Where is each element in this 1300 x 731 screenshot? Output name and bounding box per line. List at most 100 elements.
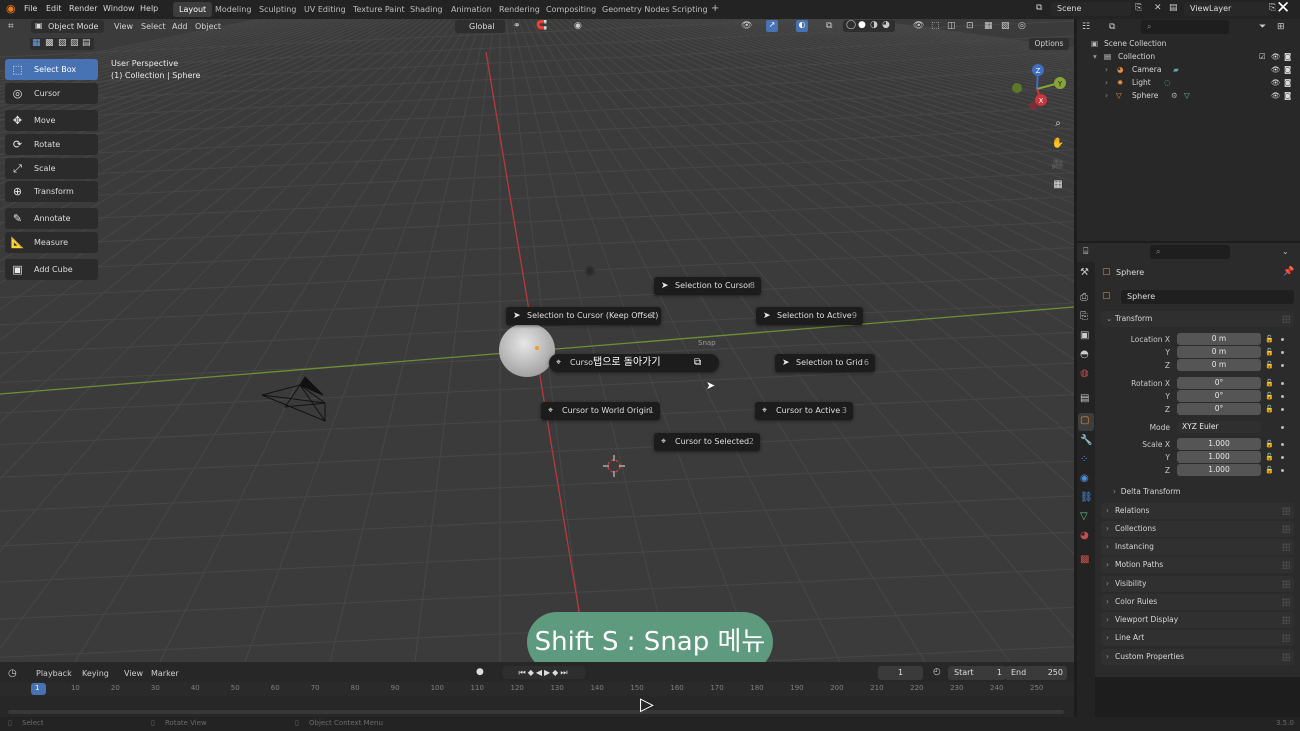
- collapse-arrow-icon[interactable]: ›: [1105, 89, 1108, 102]
- video-play-icon[interactable]: ▷: [640, 694, 654, 715]
- menu-keying[interactable]: Keying: [82, 669, 109, 678]
- drag-handle-icon[interactable]: [1282, 634, 1290, 642]
- drag-handle-icon[interactable]: [1282, 525, 1290, 533]
- proportional-edit-icon[interactable]: ◉: [574, 21, 582, 31]
- camera-render-icon[interactable]: ◙: [1284, 63, 1291, 76]
- keyframe-dot[interactable]: [1281, 338, 1284, 341]
- output-tab-icon[interactable]: ⎘: [1080, 311, 1088, 322]
- keyframe-dot[interactable]: [1281, 395, 1284, 398]
- select-mode-buttons[interactable]: ▦ ▩ ▨ ▧ ▤: [30, 38, 94, 50]
- jump-start-icon[interactable]: ⏮: [518, 668, 527, 677]
- lock-icon[interactable]: 🔓: [1265, 348, 1274, 356]
- lock-icon[interactable]: 🔓: [1265, 453, 1274, 461]
- tool-rotate[interactable]: ⟳ Rotate: [5, 134, 98, 155]
- current-frame-field[interactable]: 1: [878, 666, 923, 680]
- eye-icon[interactable]: 👁: [1271, 50, 1281, 63]
- editor-type-icon[interactable]: ⌗: [8, 21, 14, 32]
- keyframe-dot[interactable]: [1281, 351, 1284, 354]
- camera-view-toggle-icon[interactable]: 🎥: [1050, 157, 1066, 173]
- start-frame-field[interactable]: Start 1: [948, 666, 1006, 680]
- pie-cursor-to-active[interactable]: ⌖ Cursor to Active 3: [755, 402, 853, 420]
- lock-icon[interactable]: 🔓: [1265, 335, 1274, 343]
- gizmo-neg-x[interactable]: [1029, 102, 1037, 110]
- menu-window[interactable]: Window: [103, 4, 135, 13]
- view-layer-selector[interactable]: ViewLayer: [1184, 2, 1270, 16]
- outliner-sphere[interactable]: › ▽ Sphere ⚙ ▽ 👁 ◙: [1077, 89, 1300, 102]
- mode-selector[interactable]: ▣ Object Mode: [31, 20, 104, 33]
- select-new-icon[interactable]: ▦: [32, 38, 41, 48]
- menu-help[interactable]: Help: [140, 4, 158, 13]
- new-collection-icon[interactable]: ⊞: [1277, 22, 1285, 32]
- blender-logo-icon[interactable]: ◉: [6, 3, 18, 15]
- include-checkbox[interactable]: ☑: [1259, 50, 1266, 63]
- panel-instancing[interactable]: › Instancing: [1101, 539, 1294, 555]
- menu-edit[interactable]: Edit: [46, 4, 62, 13]
- panel-custom-properties[interactable]: › Custom Properties: [1101, 649, 1294, 665]
- playback-controls[interactable]: ⏮◆◀▶◆⏭: [503, 666, 585, 679]
- gizmo-neg-y[interactable]: [1012, 83, 1022, 93]
- rotation-z-field[interactable]: 0°: [1177, 403, 1261, 415]
- select-intersect-icon[interactable]: ▤: [82, 38, 91, 48]
- scale-x-field[interactable]: 1.000: [1177, 438, 1261, 450]
- frame-ruler[interactable]: 1 10 20 30 40 50 60 70 80 90 100 110 120 130 140 150 160…: [0, 682, 1074, 696]
- pie-cursor-to-world-origin[interactable]: ⌖ Cursor to World Origin 1: [541, 402, 660, 420]
- timeline-editor-icon[interactable]: ◷: [8, 668, 17, 679]
- rotation-x-field[interactable]: 0°: [1177, 377, 1261, 389]
- scene-selector[interactable]: Scene: [1051, 2, 1131, 16]
- tab-sculpting[interactable]: Sculpting: [253, 2, 302, 17]
- keyframe-dot[interactable]: [1281, 443, 1284, 446]
- camera-render-icon[interactable]: ◙: [1284, 89, 1291, 102]
- lock-icon[interactable]: 🔓: [1265, 392, 1274, 400]
- properties-options-icon[interactable]: ⌄: [1282, 247, 1289, 256]
- tab-layout[interactable]: Layout: [173, 2, 213, 17]
- lock-icon[interactable]: 🔓: [1265, 466, 1274, 474]
- camera-render-icon[interactable]: ◙: [1284, 76, 1291, 89]
- restrict-select-icon[interactable]: ⬚: [931, 21, 940, 31]
- tab-animation[interactable]: Animation: [445, 2, 498, 17]
- texture-tab-icon[interactable]: ▩: [1080, 554, 1089, 565]
- menu-object[interactable]: Object: [195, 22, 221, 31]
- pan-hand-icon[interactable]: ✋: [1050, 136, 1066, 152]
- overlay-toggle-icon[interactable]: ◐: [796, 20, 808, 32]
- menu-file[interactable]: File: [24, 4, 37, 13]
- material-shading-icon[interactable]: ◑: [870, 20, 878, 30]
- 3d-viewport[interactable]: ⌗ ▣ Object Mode View Select Add Object G…: [0, 19, 1074, 662]
- expand-arrow-icon[interactable]: ▾: [1093, 50, 1097, 63]
- timeline-scrollbar[interactable]: [8, 710, 1064, 714]
- menu-view[interactable]: View: [114, 22, 133, 31]
- keyframe-dot[interactable]: [1281, 382, 1284, 385]
- outliner-collection[interactable]: ▾ ▤ Collection ☑ 👁 ◙: [1077, 50, 1300, 63]
- preview-icon[interactable]: ▦: [984, 21, 993, 31]
- outliner-camera[interactable]: › ◕ Camera ▰ 👁 ◙: [1077, 63, 1300, 76]
- end-frame-field[interactable]: End 250: [1005, 666, 1067, 680]
- prev-keyframe-icon[interactable]: ◆: [528, 668, 536, 677]
- object-name-field[interactable]: Sphere: [1121, 290, 1294, 304]
- camera-render-icon[interactable]: ◙: [1284, 50, 1291, 63]
- visibility-icon[interactable]: 👁: [741, 21, 752, 31]
- snap-icon[interactable]: 🧲: [536, 21, 547, 31]
- tool-measure[interactable]: 📐 Measure: [5, 232, 98, 253]
- menu-playback[interactable]: Playback: [36, 669, 72, 678]
- outliner-scene-collection[interactable]: ▣ Scene Collection: [1077, 37, 1300, 50]
- tab-texture-paint[interactable]: Texture Paint: [347, 2, 411, 17]
- timeline[interactable]: ◷ Playback Keying View Marker ● ⏮◆◀▶◆⏭ 1…: [0, 662, 1074, 717]
- add-workspace-button[interactable]: +: [711, 3, 719, 14]
- filter-icon[interactable]: ⏷: [1259, 22, 1266, 32]
- lock-icon[interactable]: 🔓: [1265, 405, 1274, 413]
- location-x-field[interactable]: 0 m: [1177, 333, 1261, 345]
- tab-rendering[interactable]: Rendering: [493, 2, 546, 17]
- properties-editor-icon[interactable]: ⌸: [1083, 247, 1088, 257]
- panel-visibility[interactable]: › Visibility: [1101, 576, 1294, 592]
- pie-selection-to-cursor-keep-offset[interactable]: ➤ Selection to Cursor (Keep Offset) 7: [506, 307, 661, 325]
- pie-cursor-item-hovered[interactable]: ⌖ Curso 탭으로 돌아가기 ⧉: [549, 354, 719, 372]
- scale-z-field[interactable]: 1.000: [1177, 464, 1261, 476]
- location-z-field[interactable]: 0 m: [1177, 359, 1261, 371]
- pie-cursor-to-selected[interactable]: ⌖ Cursor to Selected 2: [654, 433, 760, 451]
- rotation-y-field[interactable]: 0°: [1177, 390, 1261, 402]
- overlay-icon[interactable]: ◎: [1018, 21, 1026, 31]
- panel-relations[interactable]: › Relations: [1101, 503, 1294, 519]
- menu-marker[interactable]: Marker: [151, 669, 179, 678]
- panel-motion-paths[interactable]: › Motion Paths: [1101, 557, 1294, 573]
- camera-object[interactable]: [255, 359, 335, 429]
- eye-icon[interactable]: 👁: [1271, 89, 1281, 102]
